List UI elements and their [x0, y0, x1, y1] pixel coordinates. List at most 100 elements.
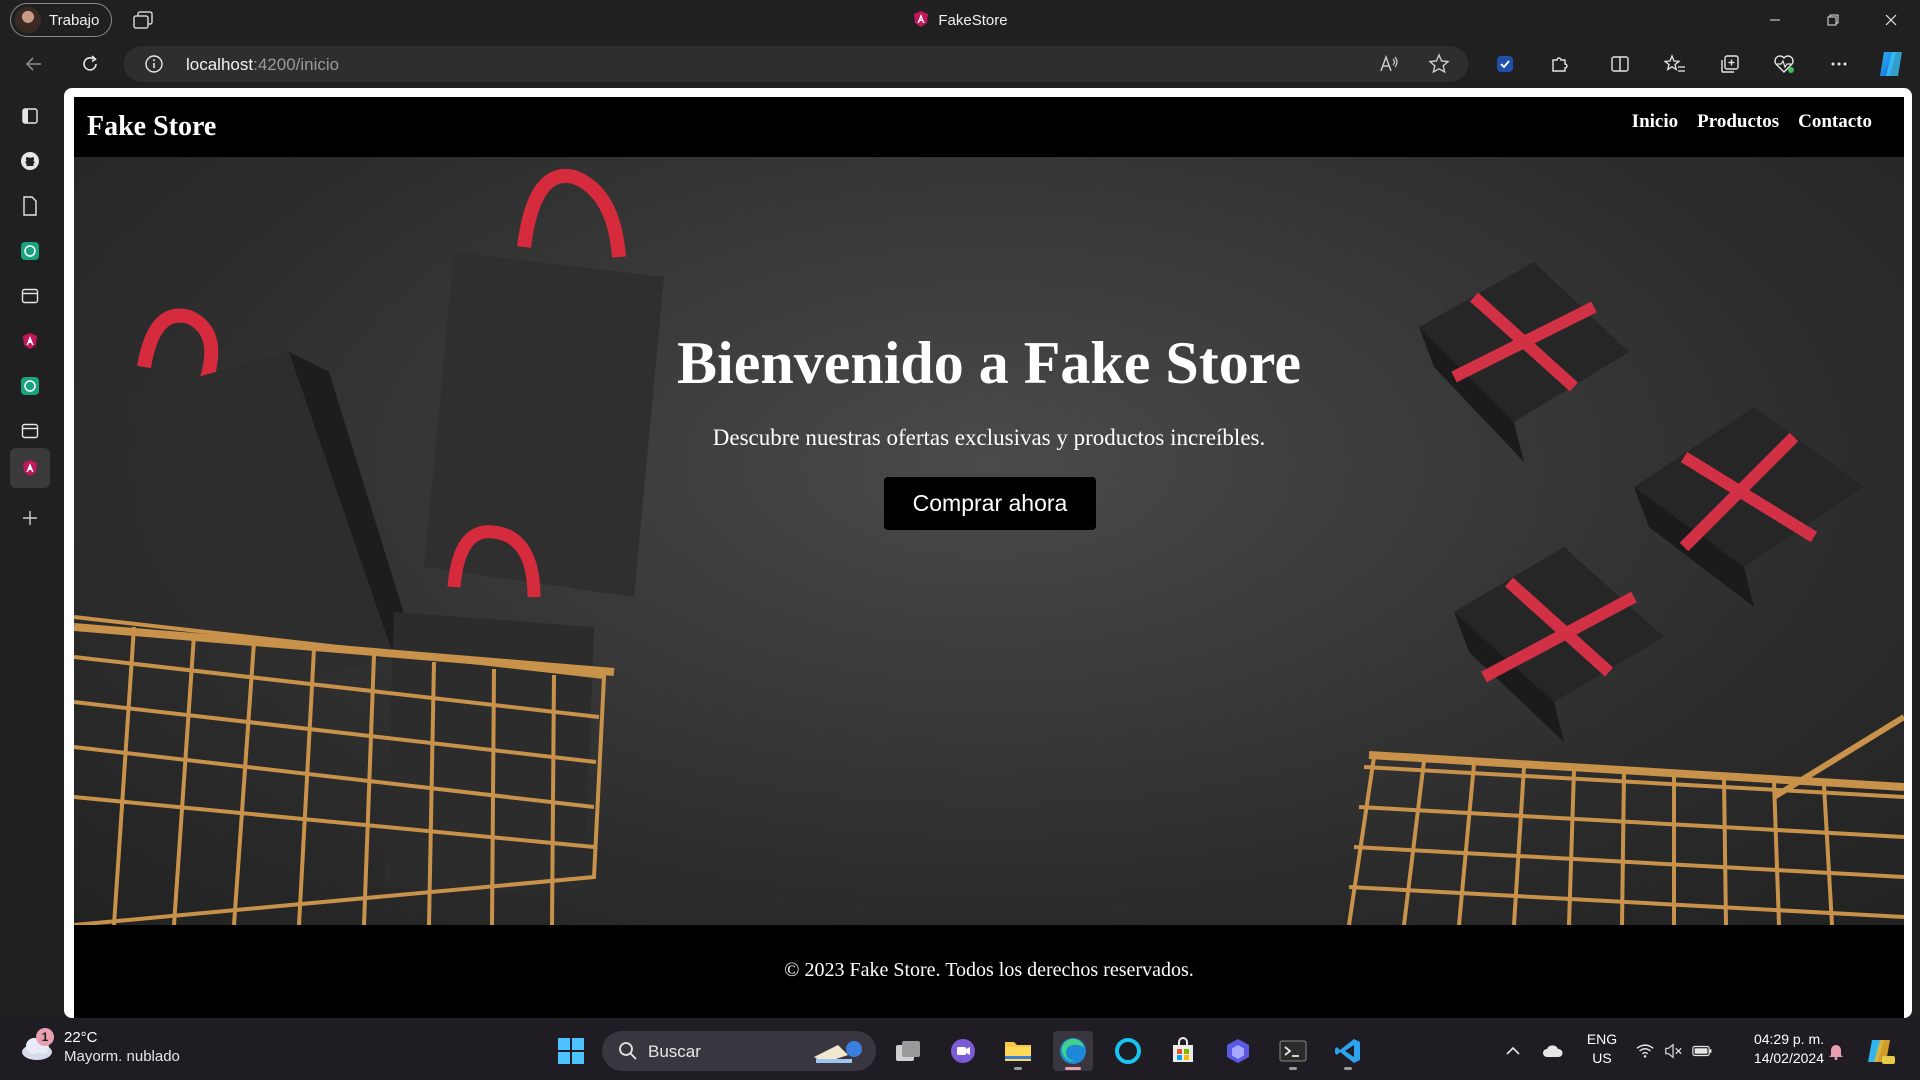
site-footer: © 2023 Fake Store. Todos los derechos re… — [74, 925, 1904, 1018]
wifi-icon — [1636, 1044, 1654, 1058]
system-clock[interactable]: 04:29 p. m. 14/02/2024 — [1732, 1030, 1824, 1068]
running-indicator — [1014, 1067, 1022, 1070]
site-navbar: Fake Store Inicio Productos Contacto — [74, 97, 1904, 157]
window-title-text: FakeStore — [938, 12, 1008, 29]
hexagon-app-icon — [1227, 1039, 1249, 1063]
taskbar-app-hex[interactable] — [1218, 1031, 1258, 1071]
site-nav-links: Inicio Productos Contacto — [1632, 111, 1872, 133]
taskbar-store[interactable] — [1163, 1031, 1203, 1071]
nav-link-contacto[interactable]: Contacto — [1798, 111, 1872, 133]
store-bag-icon — [1173, 1037, 1193, 1062]
angular-icon — [23, 460, 37, 476]
chatgpt-icon — [21, 377, 39, 395]
close-button[interactable] — [1862, 0, 1920, 40]
github-icon — [21, 152, 39, 170]
weather-text: 22°C Mayorm. nublado — [64, 1028, 180, 1066]
taskbar-search[interactable]: Buscar — [602, 1031, 876, 1071]
show-hidden-icons-button[interactable] — [1500, 1031, 1526, 1071]
tab-angular-active[interactable] — [10, 448, 50, 488]
taskbar-teams[interactable] — [943, 1031, 983, 1071]
taskbar-vscode[interactable] — [1328, 1031, 1368, 1071]
onedrive-button[interactable] — [1538, 1031, 1568, 1071]
language-code: ENG — [1586, 1031, 1618, 1047]
start-button[interactable] — [551, 1031, 591, 1071]
copilot-taskbar-button[interactable] — [1862, 1031, 1898, 1071]
fake-store-page: Fake Store Inicio Productos Contacto Bie… — [74, 97, 1904, 1018]
favorites-button[interactable] — [1658, 48, 1692, 80]
active-indicator — [1065, 1067, 1081, 1070]
new-tab-button[interactable] — [16, 504, 44, 532]
extension-check-button[interactable] — [1488, 48, 1522, 80]
tab-angular-1[interactable] — [16, 327, 44, 355]
taskbar-file-explorer[interactable] — [998, 1031, 1038, 1071]
taskbar-edge[interactable] — [1053, 1031, 1093, 1071]
arrow-left-icon — [25, 57, 41, 71]
gift-box-3 — [1454, 547, 1664, 742]
hero-subtitle: Descubre nuestras ofertas exclusivas y p… — [712, 425, 1266, 450]
tab-github[interactable] — [16, 147, 44, 175]
chatgpt-icon — [21, 242, 39, 260]
angular-icon — [23, 333, 37, 349]
running-indicator — [1344, 1067, 1352, 1070]
plus-icon — [23, 511, 37, 525]
refresh-button[interactable] — [73, 48, 107, 80]
task-view-button[interactable] — [888, 1031, 928, 1071]
tab-chatgpt-2[interactable] — [16, 372, 44, 400]
angular-favicon-icon — [914, 11, 929, 27]
shopping-cart-right — [1347, 714, 1904, 925]
url-host: localhost — [186, 55, 254, 74]
favorites-list-icon — [1664, 54, 1685, 72]
taskbar-cortana[interactable] — [1108, 1031, 1148, 1071]
tab-document[interactable] — [16, 192, 44, 220]
split-screen-button[interactable] — [1603, 48, 1637, 80]
favorite-star-icon[interactable] — [1428, 53, 1450, 75]
vscode-icon — [1335, 1039, 1360, 1063]
copilot-pre-icon — [1868, 1040, 1895, 1064]
clock-time: 04:29 p. m. — [1753, 1031, 1824, 1047]
tab-calendar-1[interactable] — [16, 282, 44, 310]
restore-button[interactable] — [1804, 0, 1862, 40]
address-bar[interactable]: localhost:4200/inicio — [124, 46, 1468, 82]
puzzle-icon — [1552, 57, 1568, 72]
site-info-icon[interactable] — [144, 54, 164, 74]
nav-link-productos[interactable]: Productos — [1697, 111, 1779, 133]
battery-icon — [1692, 1045, 1712, 1057]
weather-widget[interactable]: 1 22°C Mayorm. nublado — [20, 1028, 180, 1066]
edge-browser-icon — [1060, 1038, 1086, 1064]
more-dots-icon — [1831, 62, 1847, 66]
url-path: :4200/inicio — [253, 55, 340, 74]
collections-icon — [1721, 55, 1739, 73]
web-viewport: Fake Store Inicio Productos Contacto Bie… — [64, 88, 1912, 1018]
nav-link-inicio[interactable]: Inicio — [1632, 111, 1678, 133]
browser-toolbar: localhost:4200/inicio — [0, 40, 1920, 88]
browser-essentials-button[interactable] — [1767, 48, 1801, 80]
notifications-button[interactable] — [1826, 1031, 1846, 1071]
site-brand[interactable]: Fake Store — [87, 111, 216, 143]
quick-settings[interactable] — [1636, 1031, 1712, 1071]
chat-video-icon — [951, 1039, 975, 1063]
weather-temp: 22°C — [64, 1029, 98, 1046]
tab-chatgpt-1[interactable] — [16, 237, 44, 265]
vertical-tabs-button[interactable] — [16, 102, 44, 130]
windows-logo-icon — [558, 1038, 584, 1064]
folder-icon — [1005, 1042, 1031, 1061]
back-button[interactable] — [17, 48, 51, 80]
notification-bell-icon — [1829, 1045, 1843, 1060]
collections-button[interactable] — [1713, 48, 1747, 80]
extensions-button[interactable] — [1542, 48, 1576, 80]
cloud-icon — [1543, 1045, 1563, 1057]
document-icon — [23, 196, 37, 216]
task-view-icon — [896, 1041, 920, 1061]
shop-now-button[interactable]: Comprar ahora — [884, 477, 1096, 530]
tab-calendar-2[interactable] — [16, 417, 44, 445]
search-label: Buscar — [648, 1042, 701, 1061]
terminal-icon — [1279, 1040, 1307, 1062]
input-language[interactable]: ENG US — [1580, 1030, 1624, 1068]
minimize-button[interactable] — [1746, 0, 1804, 40]
url-text[interactable]: localhost:4200/inicio — [186, 55, 339, 75]
calendar-icon — [21, 288, 39, 304]
more-menu-button[interactable] — [1822, 48, 1856, 80]
copilot-icon[interactable] — [1876, 50, 1906, 78]
read-aloud-icon[interactable] — [1378, 53, 1400, 75]
taskbar-terminal[interactable] — [1273, 1031, 1313, 1071]
